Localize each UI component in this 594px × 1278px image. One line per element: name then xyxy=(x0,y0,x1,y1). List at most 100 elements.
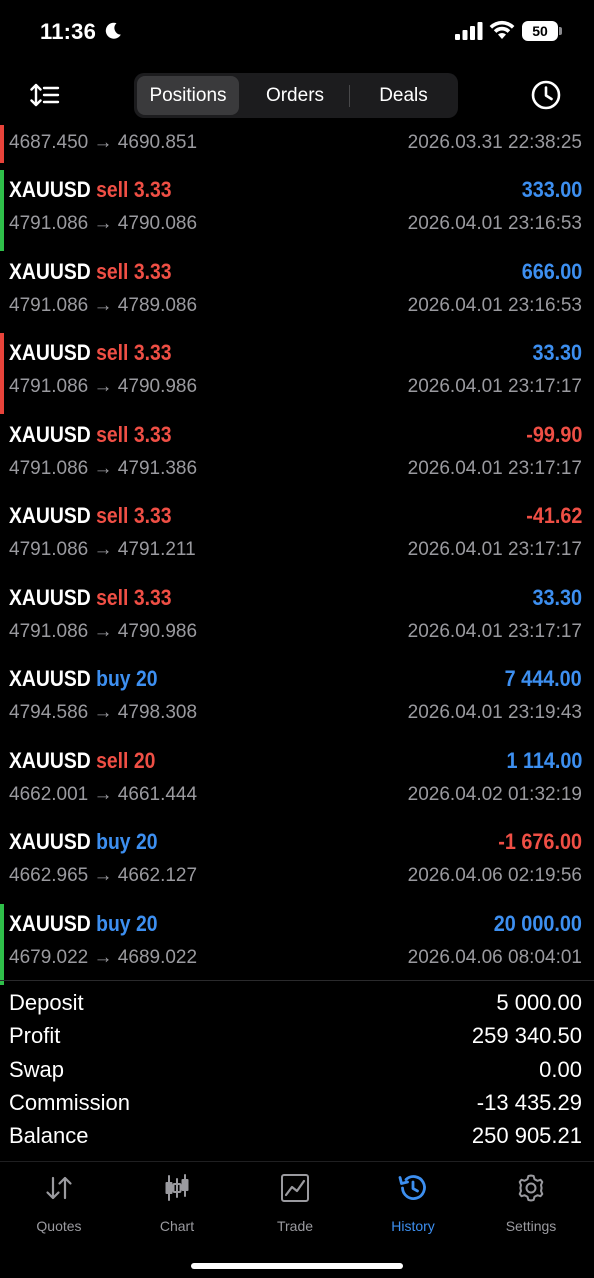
clock-icon[interactable] xyxy=(530,79,562,111)
summary-label: Profit xyxy=(9,1023,61,1048)
tab-chart-label: Chart xyxy=(159,1218,195,1234)
deal-direction: sell xyxy=(96,422,129,447)
deal-direction: sell xyxy=(96,259,129,284)
deal-volume: 3.33 xyxy=(133,177,172,202)
list-item[interactable]: XAUUSD sell 3.33 -99.90 4791.086 → 4791.38… xyxy=(0,415,594,493)
deal-direction: buy xyxy=(96,829,131,854)
deal-side-marker xyxy=(0,578,4,659)
tab-deals[interactable]: Deals xyxy=(352,76,455,115)
deal-title: XAUUSD sell 3.33 xyxy=(9,503,172,529)
deal-direction: sell xyxy=(96,503,129,528)
deal-side-marker xyxy=(0,415,4,496)
summary-row-profit: Profit 259 340.50 xyxy=(0,1023,594,1056)
deal-time: 2026.04.06 08:04:01 xyxy=(407,947,582,968)
battery-level: 50 xyxy=(522,21,558,41)
tab-trade[interactable]: Trade xyxy=(236,1172,354,1242)
list-item[interactable]: XAUUSD buy 20 20 000.00 4679.022 → 4689.02… xyxy=(0,904,594,985)
deal-title: XAUUSD sell 3.33 xyxy=(9,259,172,285)
summary-label: Balance xyxy=(9,1123,89,1148)
deal-direction: buy xyxy=(96,911,131,936)
sort-icon[interactable] xyxy=(30,82,60,108)
tab-quotes[interactable]: Quotes xyxy=(0,1172,118,1242)
deal-prices: 4662.965 → 4662.127 xyxy=(9,865,198,886)
summary-row-balance: Balance 250 905.21 xyxy=(0,1123,594,1156)
summary-value: -13 435.29 xyxy=(476,1090,582,1115)
deal-time: 2026.04.01 23:17:17 xyxy=(407,621,582,642)
deal-volume: 20 xyxy=(135,666,158,691)
list-item[interactable]: XAUUSD sell 20 1 114.00 4662.001 → 4661.44… xyxy=(0,741,594,819)
deal-side-marker xyxy=(0,252,4,333)
deal-time: 2026.04.01 23:16:53 xyxy=(407,295,582,316)
deal-symbol: XAUUSD xyxy=(9,748,91,773)
list-item[interactable]: XAUUSD buy 20 7 444.00 4794.586 → 4798.308… xyxy=(0,659,594,737)
summary-value: 259 340.50 xyxy=(471,1023,582,1048)
deal-profit: 33.30 xyxy=(532,585,582,610)
deal-title: XAUUSD sell 20 xyxy=(9,748,155,774)
deal-title: XAUUSD sell 3.33 xyxy=(9,340,172,366)
summary-row-deposit: Deposit 5 000.00 xyxy=(0,990,594,1023)
summary-row-swap: Swap 0.00 xyxy=(0,1057,594,1090)
deal-title: XAUUSD sell 3.33 xyxy=(9,422,172,448)
deal-prices: 4791.086 → 4791.211 xyxy=(9,539,196,560)
summary-value: 250 905.21 xyxy=(471,1123,582,1148)
deal-profit: 333.00 xyxy=(521,177,582,202)
summary-label: Swap xyxy=(9,1057,65,1082)
tab-settings[interactable]: Settings xyxy=(472,1172,590,1242)
tab-history[interactable]: History xyxy=(354,1172,472,1242)
deal-time: 2026.04.02 01:32:19 xyxy=(407,784,582,805)
deal-title: XAUUSD buy 20 xyxy=(9,829,158,855)
list-item[interactable]: XAUUSD buy 20 -1 676.00 4662.965 → 4662.12… xyxy=(0,822,594,900)
list-item[interactable]: XAUUSD sell 3.33 666.00 4791.086 → 4789.08… xyxy=(0,252,594,330)
deal-volume: 3.33 xyxy=(133,340,172,365)
history-icon xyxy=(398,1175,426,1200)
deal-profit: 666.00 xyxy=(521,259,582,284)
cellular-signal-icon xyxy=(455,22,483,40)
list-item[interactable]: XAUUSD sell 3.33 33.30 4791.086 → 4790.986… xyxy=(0,333,594,414)
list-item[interactable]: XAUUSD sell 3.33 333.00 4791.086 → 4790.08… xyxy=(0,170,594,251)
deal-symbol: XAUUSD xyxy=(9,340,91,365)
deal-symbol: XAUUSD xyxy=(9,259,91,284)
list-item[interactable]: XAUUSD sell 3.33 33.30 4791.086 → 4790.986… xyxy=(0,578,594,656)
tab-positions[interactable]: Positions xyxy=(137,76,239,115)
tab-trade-label: Trade xyxy=(276,1218,314,1234)
deal-volume: 3.33 xyxy=(133,503,172,528)
summary-label: Deposit xyxy=(9,990,84,1015)
list-item[interactable]: 4687.450 → 4690.851 2026.03.31 22:38:25 xyxy=(0,125,594,163)
status-bar: 11:36 50 xyxy=(0,0,594,62)
tab-chart[interactable]: Chart xyxy=(118,1172,236,1242)
summary-divider xyxy=(0,980,594,981)
deal-title: XAUUSD buy 20 xyxy=(9,666,158,692)
deal-profit: -99.90 xyxy=(525,422,582,447)
deal-side-marker xyxy=(0,822,4,903)
deal-profit: -41.62 xyxy=(525,503,582,528)
deal-prices: 4791.086 → 4791.386 xyxy=(9,458,198,479)
deal-prices: 4791.086 → 4790.986 xyxy=(9,376,198,397)
deal-symbol: XAUUSD xyxy=(9,503,91,528)
deal-prices: 4687.450 → 4690.851 xyxy=(9,132,198,153)
deal-volume: 20 xyxy=(133,748,156,773)
deal-title: XAUUSD buy 20 xyxy=(9,911,158,937)
deal-direction: sell xyxy=(96,748,129,773)
list-item[interactable]: XAUUSD sell 3.33 -41.62 4791.086 → 4791.21… xyxy=(0,496,594,574)
battery-indicator: 50 xyxy=(522,21,562,41)
deal-side-marker xyxy=(0,125,4,163)
deal-profit: 1 114.00 xyxy=(506,748,582,773)
segment-divider xyxy=(349,85,350,107)
summary-label: Commission xyxy=(9,1090,131,1115)
deal-time: 2026.04.01 23:16:53 xyxy=(407,213,582,234)
deal-time: 2026.04.01 23:17:17 xyxy=(407,458,582,479)
deal-side-marker xyxy=(0,904,4,985)
trade-icon xyxy=(281,1174,309,1202)
deal-time: 2026.04.01 23:17:17 xyxy=(407,539,582,560)
status-time: 11:36 xyxy=(40,19,97,44)
deal-symbol: XAUUSD xyxy=(9,177,91,202)
segmented-control: Positions Orders Deals xyxy=(134,73,458,118)
deal-title: XAUUSD sell 3.33 xyxy=(9,585,172,611)
summary-row-commission: Commission -13 435.29 xyxy=(0,1090,594,1123)
deal-time: 2026.04.06 02:19:56 xyxy=(407,865,582,886)
deal-symbol: XAUUSD xyxy=(9,422,91,447)
deal-profit: 33.30 xyxy=(532,340,582,365)
tab-orders[interactable]: Orders xyxy=(244,76,346,115)
deal-title: XAUUSD sell 3.33 xyxy=(9,177,172,203)
tab-history-label: History xyxy=(391,1218,435,1234)
